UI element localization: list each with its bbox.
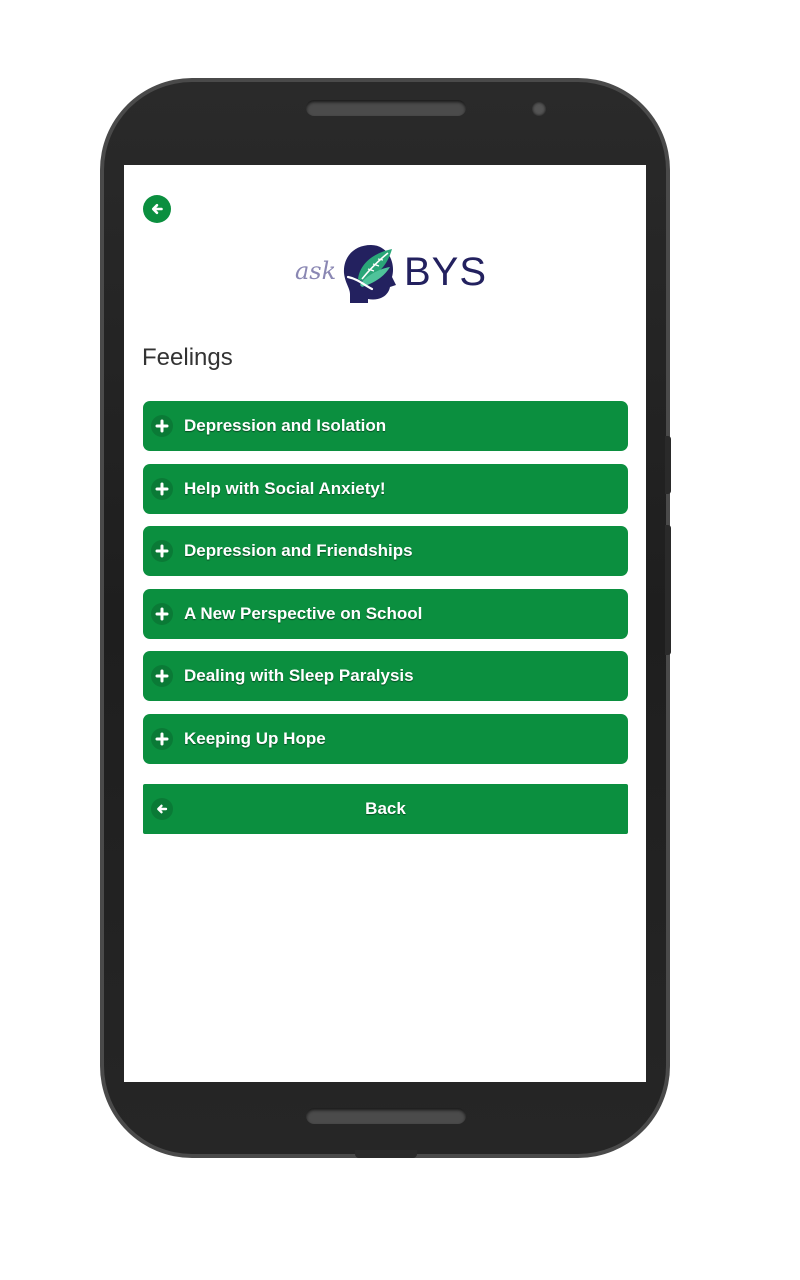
ask-bys-logo: ask BYS [292, 237, 486, 309]
arrow-left-icon [151, 798, 173, 820]
phone-top-speaker [306, 100, 466, 116]
topic-item-label: Keeping Up Hope [184, 728, 326, 748]
plus-icon [151, 540, 173, 562]
plus-icon [151, 665, 173, 687]
page-title: Feelings [142, 344, 233, 371]
topic-list: Depression and Isolation Help with Socia… [143, 401, 628, 776]
phone-camera [532, 102, 546, 116]
topic-item[interactable]: Depression and Isolation [143, 401, 628, 451]
topic-item-label: Depression and Friendships [184, 541, 413, 560]
topic-item-label: A New Perspective on School [184, 603, 423, 623]
canvas: ask BYS Feelings Depression and Isolatio… [0, 0, 800, 1280]
logo-bys-text: BYS [404, 250, 488, 294]
phone-bottom-port [355, 1150, 417, 1158]
plus-icon [151, 602, 173, 625]
back-button[interactable]: Back [143, 784, 628, 834]
top-back-button[interactable] [143, 195, 171, 223]
topic-item[interactable]: Depression and Friendships [143, 526, 628, 576]
phone-power-button [665, 525, 671, 655]
leaf-head-icon [343, 245, 396, 303]
phone-volume-button [665, 436, 671, 494]
app-screen: ask BYS Feelings Depression and Isolatio… [124, 165, 646, 1082]
logo-ask-text: ask [295, 257, 337, 285]
arrow-left-icon [151, 203, 163, 215]
plus-icon [151, 477, 173, 500]
topic-item-label: Depression and Isolation [184, 416, 387, 435]
topic-item-label: Dealing with Sleep Paralysis [184, 666, 414, 685]
topic-item[interactable]: Keeping Up Hope [143, 713, 628, 764]
topic-item[interactable]: A New Perspective on School [143, 588, 628, 639]
topic-item-label: Help with Social Anxiety! [184, 478, 386, 498]
back-button-label: Back [365, 799, 406, 818]
plus-icon [151, 415, 173, 437]
phone-bottom-speaker [306, 1108, 466, 1124]
plus-icon [151, 727, 173, 750]
topic-item[interactable]: Dealing with Sleep Paralysis [143, 651, 628, 701]
topic-item[interactable]: Help with Social Anxiety! [143, 463, 628, 514]
